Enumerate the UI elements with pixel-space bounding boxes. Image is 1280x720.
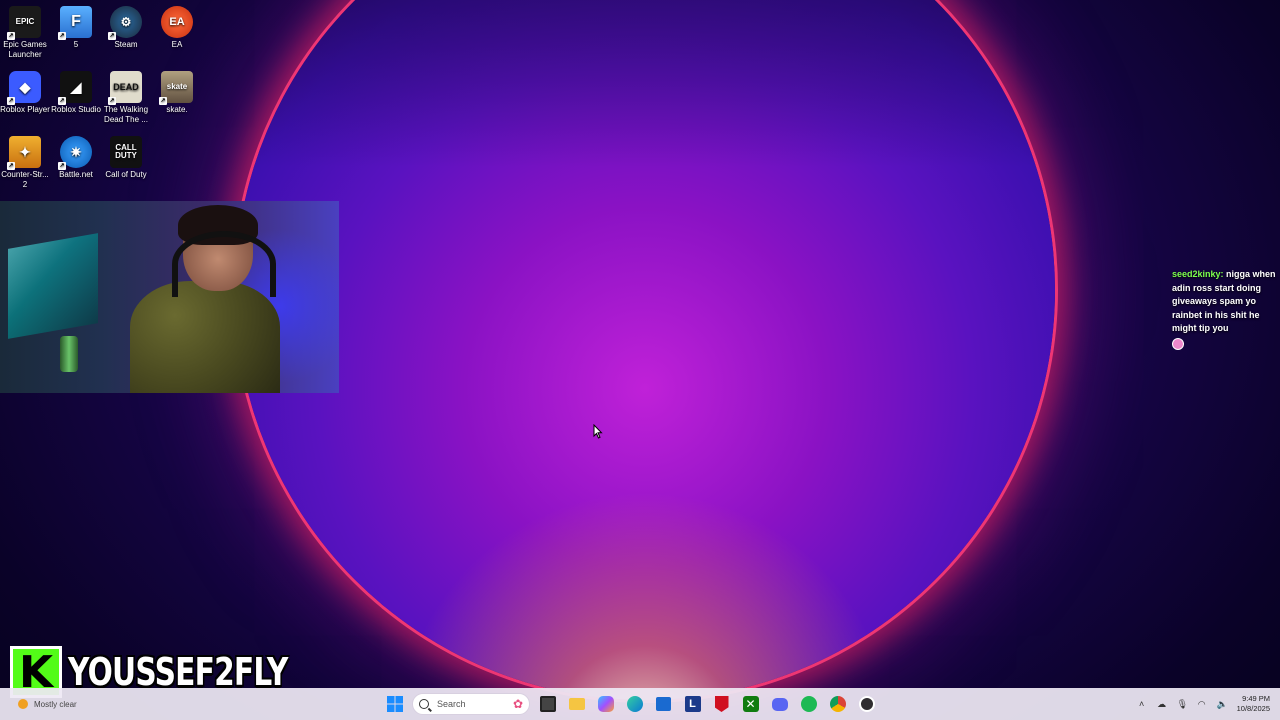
desktop-icon-epic-games[interactable]: EPIC ↗ Epic Games Launcher xyxy=(0,6,50,60)
taskbar-clock[interactable]: 9:49 PM 10/8/2025 xyxy=(1237,694,1270,714)
search-highlight-icon: ✿ xyxy=(512,697,523,711)
emoji-icon xyxy=(1172,337,1184,350)
volume-icon[interactable]: 🔈 xyxy=(1217,699,1228,709)
file-explorer-icon[interactable] xyxy=(564,691,590,717)
chrome-icon[interactable] xyxy=(825,691,851,717)
system-tray: ˄ ☁ 🎙 ◠ 🔈 9:49 PM 10/8/2025 xyxy=(1137,688,1270,720)
desktop-icon-walking-dead[interactable]: DEAD ↗ The Walking Dead The ... xyxy=(101,71,151,125)
chevron-up-icon[interactable]: ˄ xyxy=(1137,699,1147,709)
l-app-icon[interactable]: L xyxy=(680,691,706,717)
windows-start-icon[interactable] xyxy=(382,691,408,717)
ea-icon: EA xyxy=(161,6,193,38)
roblox-studio-icon: ◢ ↗ xyxy=(58,71,92,105)
mouse-cursor-icon xyxy=(593,423,603,444)
spotify-icon[interactable] xyxy=(796,691,822,717)
chat-message: seed2kinky: nigga when adin ross start d… xyxy=(1172,268,1278,350)
copilot-icon[interactable] xyxy=(593,691,619,717)
desktop-icon-steam[interactable]: ⚙ ↗ Steam xyxy=(101,6,151,50)
task-view-icon[interactable] xyxy=(535,691,561,717)
taskbar: Mostly clear Search ✿ L ✕ ˄ ☁ 🎙 ◠ 🔈 9:49… xyxy=(0,688,1280,720)
desktop-icon-skate[interactable]: skate ↗ skate. xyxy=(152,71,202,115)
store-icon[interactable] xyxy=(651,691,677,717)
microphone-icon[interactable]: 🎙 xyxy=(1177,699,1188,709)
taskbar-apps: Search ✿ L ✕ xyxy=(380,688,881,720)
mcafee-icon[interactable] xyxy=(709,691,735,717)
counter-strike-icon: ✦ ↗ xyxy=(7,136,41,170)
desktop-icon-roblox-player[interactable]: ◆ ↗ Roblox Player xyxy=(0,71,50,115)
taskbar-search[interactable]: Search ✿ xyxy=(412,693,530,715)
onedrive-icon[interactable]: ☁ xyxy=(1157,699,1167,709)
call-of-duty-icon: CALL DUTY xyxy=(110,136,142,168)
wifi-icon[interactable]: ◠ xyxy=(1197,699,1207,709)
roblox-icon: ◆ ↗ xyxy=(7,71,41,105)
steam-icon: ⚙ ↗ xyxy=(108,6,142,40)
desktop-icon-roblox-studio[interactable]: ◢ ↗ Roblox Studio xyxy=(51,71,101,115)
webcam-overlay xyxy=(0,201,339,393)
obs-icon[interactable] xyxy=(854,691,880,717)
skate-icon: skate ↗ xyxy=(159,71,193,105)
walking-dead-icon: DEAD ↗ xyxy=(108,71,142,105)
chat-username: seed2kinky: xyxy=(1172,269,1224,279)
desktop-icon-fortnite[interactable]: F ↗ 5 xyxy=(51,6,101,50)
epic-games-icon: EPIC ↗ xyxy=(7,6,41,40)
battlenet-icon: ✷ ↗ xyxy=(58,136,92,170)
desktop-icon-counter-strike[interactable]: ✦ ↗ Counter-Str... 2 xyxy=(0,136,50,190)
desktop-icon-call-of-duty[interactable]: CALL DUTY Call of Duty xyxy=(101,136,151,180)
fortnite-icon: F ↗ xyxy=(58,6,92,40)
discord-icon[interactable] xyxy=(767,691,793,717)
weather-widget[interactable]: Mostly clear xyxy=(18,688,77,720)
weather-icon xyxy=(18,699,28,709)
desktop-icon-ea[interactable]: EA EA xyxy=(152,6,202,50)
search-icon xyxy=(419,699,429,709)
xbox-icon[interactable]: ✕ xyxy=(738,691,764,717)
desktop-icon-battlenet[interactable]: ✷ ↗ Battle.net xyxy=(51,136,101,180)
edge-icon[interactable] xyxy=(622,691,648,717)
